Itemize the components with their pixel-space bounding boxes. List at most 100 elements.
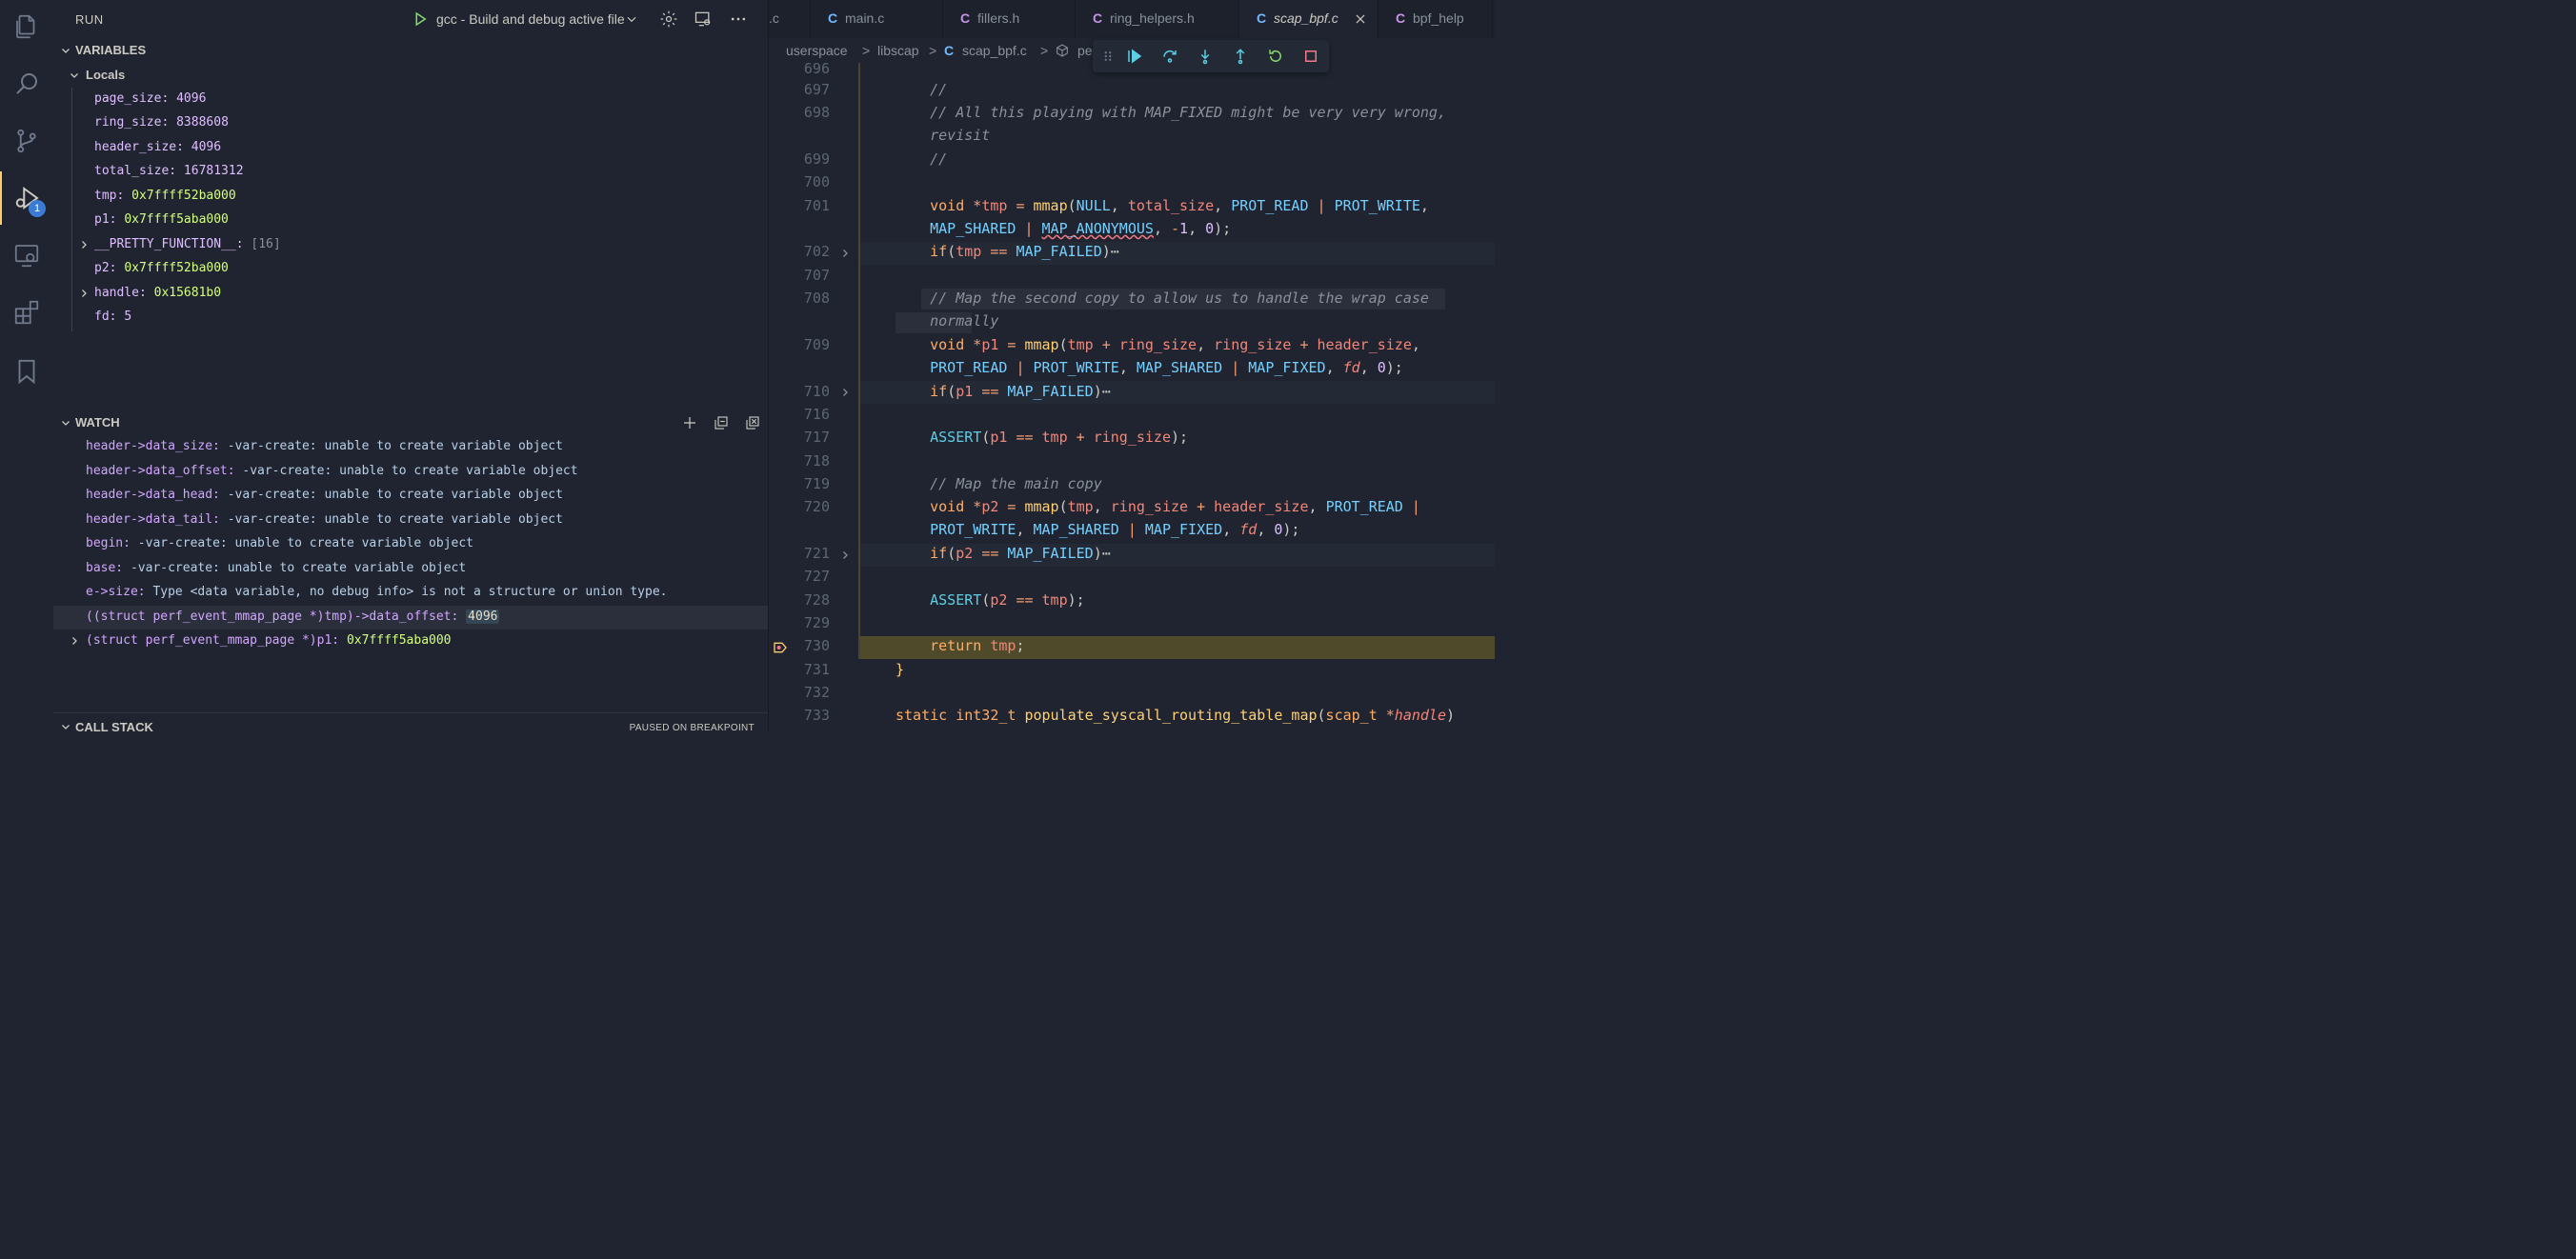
- variable-name: ring_size:: [94, 115, 170, 130]
- variable-row[interactable]: handle: 0x15681b0: [53, 282, 768, 306]
- code-line: ASSERT(p1 == tmp + ring_size);: [930, 429, 1189, 446]
- line-number: 707: [803, 267, 830, 284]
- launch-config-select[interactable]: gcc - Build and debug active file: [436, 11, 625, 27]
- extensions-icon[interactable]: [0, 286, 53, 339]
- locals-label: Locals: [86, 68, 126, 82]
- watch-row[interactable]: (struct perf_event_mmap_page *)p1: 0x7ff…: [53, 630, 768, 653]
- watch-row[interactable]: header->data_head: -var-create: unable t…: [53, 484, 768, 508]
- watch-expression: begin:: [86, 536, 131, 550]
- locals-scope[interactable]: Locals: [53, 63, 768, 88]
- watch-expression: header->data_offset:: [86, 464, 235, 478]
- watch-row[interactable]: base: -var-create: unable to create vari…: [53, 557, 768, 581]
- explorer-icon[interactable]: [0, 0, 53, 53]
- watch-row[interactable]: header->data_tail: -var-create: unable t…: [53, 509, 768, 532]
- chevron-right-icon[interactable]: [839, 248, 851, 259]
- code-line: // Map the second copy to allow us to ha…: [896, 290, 1429, 307]
- breadcrumb-separator: >: [1040, 43, 1049, 58]
- source-control-icon[interactable]: [0, 114, 53, 168]
- variable-row[interactable]: fd: 5: [53, 306, 768, 330]
- close-icon[interactable]: [1354, 12, 1367, 26]
- breakpoint-arrow-icon[interactable]: [773, 640, 788, 655]
- chevron-right-icon[interactable]: [78, 288, 90, 299]
- line-number: 720: [803, 498, 830, 515]
- folded-ellipsis[interactable]: ⋯: [1111, 243, 1119, 260]
- start-debugging-icon[interactable]: [412, 10, 429, 28]
- chevron-down-icon: [62, 49, 70, 53]
- tab-main-c[interactable]: C main.c: [811, 0, 943, 38]
- bookmarks-icon[interactable]: [0, 345, 53, 398]
- variable-value: 16781312: [183, 164, 244, 178]
- remote-explorer-icon[interactable]: [0, 229, 53, 282]
- watch-value: 4096: [466, 610, 500, 624]
- breadcrumb-item[interactable]: libscap: [877, 43, 919, 58]
- debug-console-icon[interactable]: [694, 10, 713, 29]
- folded-ellipsis[interactable]: ⋯: [1102, 545, 1111, 562]
- tab-bpf-help[interactable]: C bpf_help: [1379, 0, 1493, 38]
- watch-row[interactable]: ((struct perf_event_mmap_page *)tmp)->da…: [53, 606, 768, 630]
- watch-section-header[interactable]: WATCH: [53, 410, 768, 435]
- call-stack-section-header[interactable]: CALL STACK PAUSED ON BREAKPOINT: [53, 712, 768, 737]
- variable-name: header_size:: [94, 140, 184, 154]
- breadcrumb-item[interactable]: pe: [1077, 43, 1093, 58]
- more-actions-icon[interactable]: [729, 10, 748, 29]
- tab-label: ring_helpers.h: [1110, 10, 1195, 26]
- watch-expression: base:: [86, 561, 124, 575]
- chevron-down-icon[interactable]: [625, 12, 638, 26]
- c-file-icon: C: [1257, 10, 1267, 26]
- watch-row[interactable]: header->data_size: -var-create: unable t…: [53, 435, 768, 459]
- watch-value: -var-create: unable to create variable o…: [137, 536, 473, 550]
- c-file-icon: C: [944, 43, 955, 58]
- chevron-down-icon: [62, 725, 70, 729]
- breadcrumb-item[interactable]: scap_bpf.c: [962, 43, 1027, 58]
- variable-row[interactable]: total_size: 16781312: [53, 160, 768, 184]
- breadcrumb-item[interactable]: userspace: [786, 43, 848, 58]
- line-number: 709: [803, 336, 830, 353]
- tab-label: fillers.h: [977, 10, 1020, 26]
- variable-row[interactable]: __PRETTY_FUNCTION__: [16]: [53, 233, 768, 257]
- symbol-icon: [1057, 44, 1068, 57]
- watch-row[interactable]: e->size: Type <data variable, no debug i…: [53, 581, 768, 605]
- variable-row[interactable]: p1: 0x7ffff5aba000: [53, 209, 768, 232]
- chevron-right-icon[interactable]: [839, 550, 851, 561]
- add-expression-icon[interactable]: [681, 414, 698, 431]
- collapse-all-icon[interactable]: [713, 414, 730, 431]
- watch-value: -var-create: unable to create variable o…: [130, 561, 467, 575]
- variable-value: 4096: [176, 91, 207, 106]
- tab-label: bpf_help: [1413, 10, 1464, 26]
- line-number: 699: [803, 150, 830, 168]
- code-line: }: [896, 661, 905, 678]
- tab-label: main.c: [845, 10, 885, 26]
- tab-fillers-h[interactable]: C fillers.h: [943, 0, 1076, 38]
- variable-value: 0x7ffff52ba000: [131, 189, 236, 203]
- editor-group: .c C main.c C fillers.h C ring_helpers.h…: [768, 0, 1495, 730]
- chevron-right-icon[interactable]: [78, 239, 90, 250]
- variable-row[interactable]: ring_size: 8388608: [53, 111, 768, 135]
- folded-ellipsis[interactable]: ⋯: [1102, 383, 1111, 400]
- code-editor[interactable]: 696 697 698 699 700 701 702 707 708 709 …: [769, 63, 1495, 730]
- watch-expression: header->data_head:: [86, 488, 220, 502]
- gear-icon[interactable]: [659, 10, 678, 29]
- run-debug-icon[interactable]: 1: [0, 171, 53, 225]
- variable-row[interactable]: tmp: 0x7ffff52ba000: [53, 185, 768, 209]
- line-number: 728: [803, 591, 830, 609]
- tab-ring-helpers-h[interactable]: C ring_helpers.h: [1076, 0, 1239, 38]
- code-line: normally: [896, 312, 999, 330]
- variable-name: __PRETTY_FUNCTION__:: [94, 237, 244, 251]
- tab-scap-bpf-c[interactable]: C scap_bpf.c: [1239, 0, 1379, 38]
- chevron-right-icon[interactable]: [69, 635, 80, 647]
- variable-row[interactable]: header_size: 4096: [53, 136, 768, 160]
- chevron-down-icon: [62, 421, 70, 426]
- variable-row[interactable]: page_size: 4096: [53, 88, 768, 111]
- variables-section-header[interactable]: VARIABLES: [53, 38, 768, 63]
- chevron-right-icon[interactable]: [839, 387, 851, 398]
- watch-row[interactable]: header->data_offset: -var-create: unable…: [53, 460, 768, 484]
- remove-all-expressions-icon[interactable]: [744, 414, 761, 431]
- variable-row[interactable]: p2: 0x7ffff52ba000: [53, 257, 768, 281]
- line-number: 710: [803, 383, 830, 400]
- tab-partial[interactable]: .c: [769, 0, 811, 38]
- watch-expression: header->data_size:: [86, 439, 220, 453]
- search-icon[interactable]: [0, 57, 53, 110]
- watch-row[interactable]: begin: -var-create: unable to create var…: [53, 532, 768, 556]
- code-line: //: [896, 81, 948, 98]
- watch-value: Type <data variable, no debug info> is n…: [152, 585, 668, 599]
